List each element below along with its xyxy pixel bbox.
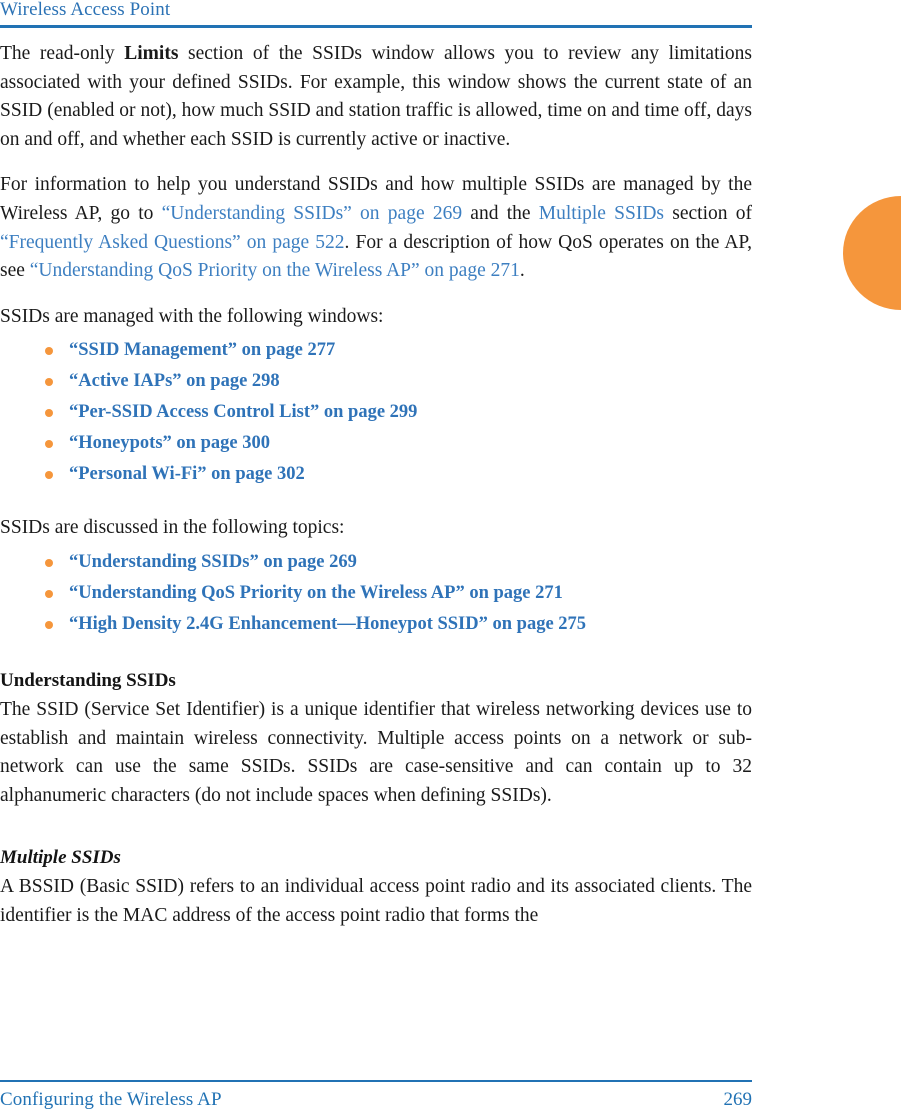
bullet-dot-icon — [45, 620, 53, 629]
link-understanding-qos-priority-271[interactable]: “Understanding QoS Priority on the Wirel… — [30, 260, 520, 281]
link-personal-wifi-302[interactable]: “Personal Wi-Fi” on page 302 — [69, 464, 305, 484]
list-ssid-windows: “SSID Management” on page 277 “Active IA… — [0, 339, 752, 486]
link-honeypots-300[interactable]: “Honeypots” on page 300 — [69, 433, 270, 453]
list-item[interactable]: “Understanding SSIDs” on page 269 — [0, 551, 752, 574]
link-per-ssid-access-control-list-299[interactable]: “Per-SSID Access Control List” on page 2… — [69, 402, 417, 422]
header-divider-rule — [0, 25, 752, 28]
link-topic-high-density-honeypot-ssid-275[interactable]: “High Density 2.4G Enhancement—Honeypot … — [69, 614, 586, 634]
paragraph-info-text-3: section of — [664, 202, 752, 224]
paragraph-info-text-5: . — [519, 260, 525, 282]
heading-multiple-ssids: Multiple SSIDs — [0, 847, 121, 869]
bullet-dot-icon — [45, 378, 53, 387]
list-item[interactable]: “Personal Wi-Fi” on page 302 — [0, 463, 752, 486]
page-header: Wireless Access Point — [0, 0, 752, 28]
paragraph-understanding-ssids: The SSID (Service Set Identifier) is a u… — [0, 698, 752, 806]
link-topic-understanding-ssids-269[interactable]: “Understanding SSIDs” on page 269 — [69, 552, 357, 572]
paragraph-multiple-ssids: A BSSID (Basic SSID) refers to an indivi… — [0, 876, 752, 926]
paragraph-limits-intro: The read-only Limits section of the SSID… — [0, 40, 752, 154]
heading-understanding-ssids: Understanding SSIDs — [0, 669, 176, 691]
footer-row: Configuring the Wireless AP 269 — [0, 1089, 752, 1111]
bullet-dot-icon — [45, 409, 53, 418]
list-item[interactable]: “SSID Management” on page 277 — [0, 339, 752, 362]
bullet-dot-icon — [45, 440, 53, 449]
paragraph-more-information: For information to help you understand S… — [0, 171, 752, 285]
link-topic-understanding-qos-priority-271[interactable]: “Understanding QoS Priority on the Wirel… — [69, 583, 563, 603]
bullet-dot-icon — [45, 471, 53, 480]
paragraph-limits-text-1: The read-only — [0, 43, 125, 64]
document-page: Wireless Access Point The read-only Limi… — [0, 0, 901, 1114]
footer-chapter-title: Configuring the Wireless AP — [0, 1089, 222, 1110]
list-item[interactable]: “High Density 2.4G Enhancement—Honeypot … — [0, 613, 752, 636]
paragraph-info-text-2: and the — [462, 202, 539, 224]
page-header-title: Wireless Access Point — [0, 0, 171, 20]
bullet-dot-icon — [45, 589, 53, 598]
footer-page-number: 269 — [723, 1089, 753, 1110]
list-item[interactable]: “Understanding QoS Priority on the Wirel… — [0, 582, 752, 605]
list-ssid-topics: “Understanding SSIDs” on page 269 “Under… — [0, 551, 752, 636]
limits-bold-term: Limits — [124, 43, 179, 64]
page-content: The read-only Limits section of the SSID… — [0, 40, 752, 931]
link-understanding-ssids-269[interactable]: “Understanding SSIDs” on page 269 — [162, 203, 462, 224]
list-item[interactable]: “Active IAPs” on page 298 — [0, 370, 752, 393]
lead-managed-windows: SSIDs are managed with the following win… — [0, 305, 384, 327]
lead-discussed-topics: SSIDs are discussed in the following top… — [0, 517, 345, 539]
footer-divider-rule — [0, 1080, 752, 1082]
bullet-dot-icon — [45, 347, 53, 356]
link-active-iaps-298[interactable]: “Active IAPs” on page 298 — [69, 371, 280, 391]
list-item[interactable]: “Per-SSID Access Control List” on page 2… — [0, 401, 752, 424]
chapter-thumb-tab — [843, 196, 901, 310]
bullet-dot-icon — [45, 558, 53, 567]
link-frequently-asked-questions-522[interactable]: “Frequently Asked Questions” on page 522 — [0, 232, 345, 253]
link-ssid-management-277[interactable]: “SSID Management” on page 277 — [69, 340, 335, 360]
list-item[interactable]: “Honeypots” on page 300 — [0, 432, 752, 455]
page-footer: Configuring the Wireless AP 269 — [0, 1080, 752, 1111]
link-multiple-ssids[interactable]: Multiple SSIDs — [539, 203, 664, 224]
